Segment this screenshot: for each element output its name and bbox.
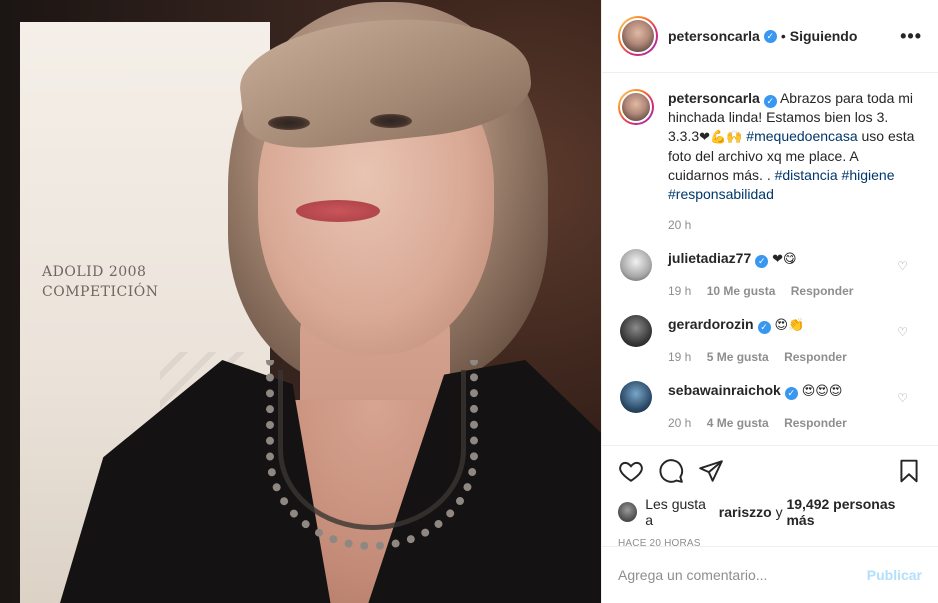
post-sidebar: petersoncarla ✓ • Siguiendo ••• peterson… — [601, 0, 938, 603]
author-avatar[interactable] — [618, 16, 658, 56]
share-paper-plane-icon[interactable] — [698, 458, 724, 484]
photo-eye-right — [370, 114, 412, 128]
comment-likes[interactable]: 4 Me gusta — [707, 416, 769, 430]
liker-username[interactable]: rariszzo — [719, 504, 772, 520]
caption-emojis: ❤💪🙌 — [699, 130, 743, 145]
likes-connector: y — [775, 504, 783, 520]
post-header: petersoncarla ✓ • Siguiendo ••• — [602, 0, 938, 73]
comment-time[interactable]: 20 h — [668, 416, 691, 430]
comment-likes[interactable]: 5 Me gusta — [707, 350, 769, 364]
caption: petersoncarla ✓ Abrazos para toda mi hinc… — [618, 89, 922, 235]
liker-avatar[interactable] — [618, 502, 638, 522]
post-comment-button[interactable]: Publicar — [867, 567, 922, 583]
hashtag-higiene[interactable]: #higiene — [842, 167, 895, 183]
comment-time[interactable]: 19 h — [668, 284, 691, 298]
reply-button[interactable]: Responder — [784, 350, 847, 364]
more-options-icon[interactable]: ••• — [900, 26, 922, 47]
banner-text-line-2: COMPETICIÓN — [42, 284, 159, 300]
commenter-avatar[interactable] — [620, 381, 652, 413]
verified-badge-icon: ✓ — [763, 29, 777, 43]
caption-avatar[interactable] — [618, 89, 654, 125]
caption-time[interactable]: 20 h — [668, 216, 918, 235]
post-actions: Les gusta a rariszzo y 19,492 personas m… — [602, 445, 938, 549]
verified-badge-icon: ✓ — [784, 387, 798, 400]
commenter-avatar[interactable] — [620, 315, 652, 347]
comment-username[interactable]: sebawainraichok — [668, 382, 781, 398]
comment-input[interactable] — [618, 567, 867, 583]
comment-like-heart-icon[interactable]: ♡ — [897, 325, 908, 339]
comment-like-heart-icon[interactable]: ♡ — [897, 259, 908, 273]
hashtag-mequedoencasa[interactable]: #mequedoencasa — [746, 128, 857, 144]
likes-summary: Les gusta a rariszzo y 19,492 personas m… — [618, 496, 922, 528]
comment-username[interactable]: gerardorozin — [668, 316, 754, 332]
comment-username[interactable]: julietadiaz77 — [668, 250, 751, 266]
hashtag-distancia[interactable]: #distancia — [775, 167, 838, 183]
comment-like-heart-icon[interactable]: ♡ — [897, 391, 908, 405]
header-separator: • — [780, 28, 786, 44]
photo-eye-left — [268, 116, 310, 130]
like-heart-icon[interactable] — [618, 458, 644, 484]
post-photo[interactable]: ADOLID 2008 COMPETICIÓN — [0, 0, 601, 603]
comment-item: julietadiaz77 ✓ ❤😋 19 h 10 Me gusta Respo… — [618, 249, 922, 301]
verified-badge-icon: ✓ — [755, 255, 769, 268]
verified-badge-icon: ✓ — [757, 321, 771, 334]
comment-time[interactable]: 19 h — [668, 350, 691, 364]
comment-text: 😍😍😍 — [801, 384, 843, 399]
save-bookmark-icon[interactable] — [896, 458, 922, 484]
likes-prefix: Les gusta a — [645, 496, 706, 528]
comment-likes[interactable]: 10 Me gusta — [707, 284, 776, 298]
comment-item: sebawainraichok ✓ 😍😍😍 20 h 4 Me gusta Res… — [618, 381, 922, 433]
commenter-avatar[interactable] — [620, 249, 652, 281]
reply-button[interactable]: Responder — [784, 416, 847, 430]
comment-bubble-icon[interactable] — [658, 458, 684, 484]
comment-text: 😍👏 — [774, 318, 805, 333]
likes-count[interactable]: 19,492 personas más — [786, 496, 922, 528]
following-button[interactable]: Siguiendo — [790, 28, 858, 44]
caption-username[interactable]: petersoncarla — [668, 90, 760, 106]
comments-section[interactable]: petersoncarla ✓ Abrazos para toda mi hinc… — [602, 73, 938, 445]
comment-text: ❤😋 — [772, 252, 797, 267]
author-username[interactable]: petersoncarla — [668, 28, 760, 44]
hashtag-responsabilidad[interactable]: #responsabilidad — [668, 186, 774, 202]
verified-badge-icon: ✓ — [763, 95, 777, 108]
banner-text-line-1: ADOLID 2008 — [42, 264, 147, 280]
reply-button[interactable]: Responder — [791, 284, 854, 298]
photo-necklace-inner — [278, 370, 466, 530]
add-comment-bar: Publicar — [602, 546, 938, 603]
comment-item: gerardorozin ✓ 😍👏 19 h 5 Me gusta Respond… — [618, 315, 922, 367]
photo-lips — [296, 200, 380, 222]
